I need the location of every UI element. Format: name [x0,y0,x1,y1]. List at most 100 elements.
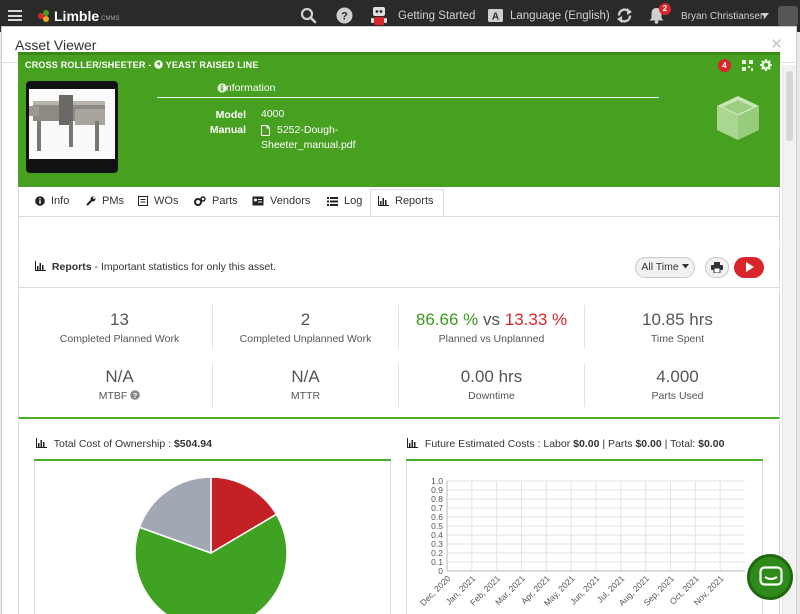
asset-location[interactable]: YEAST RAISED LINE [166,60,259,70]
bar-chart-icon [407,438,418,448]
asset-title: CROSS ROLLER/SHEETER - YEAST RAISED LINE [25,60,259,70]
future-costs-chart[interactable]: 00.10.20.30.40.50.60.70.80.91.0Dec, 2020… [407,461,762,614]
stat-label: Downtime [468,390,515,402]
model-label: Model [215,109,246,121]
stat-value: N/A [105,367,134,386]
logo[interactable]: Limble CMMS [38,8,119,24]
tab-log[interactable]: Log [327,195,362,207]
stat-label: Completed Planned Work [59,333,180,345]
y-tick-label: 0.2 [431,548,443,558]
reports-header: Reports - Important statistics for only … [18,242,780,288]
list-icon [327,197,338,206]
bar-chart-icon [36,438,47,448]
stat-value: N/A [291,367,320,386]
stat-label: Parts Used [651,390,704,402]
future-total: $0.00 [698,438,725,450]
bar-chart-icon [378,196,389,206]
time-filter-dropdown[interactable]: All Time [635,257,695,278]
stat-mtbf: N/A MTBF ? [27,367,212,402]
location-icon [154,60,163,69]
tab-wos[interactable]: WOs [138,195,178,207]
gears-icon [194,196,206,206]
language-selector[interactable]: Language (English) [510,10,610,22]
y-tick-label: 0.7 [431,503,443,513]
stat-value: 13 [110,310,129,329]
getting-started-link[interactable]: Getting Started [398,10,475,22]
stat-label: Planned vs Unplanned [438,333,545,345]
y-tick-label: 0 [438,566,443,576]
logo-text: Limble [54,8,100,24]
future-chart-box: 0 0.1 0.2 0.3 0.4 0.5 0.6 0.7 0.8 0.9 1.0 Dec, 2020… [406,461,763,614]
stat-parts-used: 4.000 Parts Used [585,367,770,402]
machine-image [29,95,105,151]
tab-vendors[interactable]: Vendors [252,195,310,207]
title-separator: - [148,60,152,70]
help-icon[interactable]: ? [336,7,353,24]
y-tick-label: 0.5 [431,521,443,531]
chat-support-button[interactable] [747,554,793,600]
asset-photo[interactable] [26,81,118,173]
info-icon [35,196,45,206]
stat-mttr: N/A MTTR [213,367,398,402]
robot-icon[interactable] [368,4,390,28]
asset-alert-badge[interactable]: 4 [718,59,731,72]
print-button[interactable] [705,257,729,278]
user-name[interactable]: Bryan Christiansen [681,11,765,22]
tab-parts[interactable]: Parts [194,195,238,207]
future-parts: $0.00 [635,438,662,450]
stat-label: MTBF [98,390,128,402]
y-tick-label: 0.9 [431,485,443,495]
information-divider [157,97,659,98]
tco-title: Total Cost of Ownership : $504.94 [36,438,212,450]
reports-heading: Reports [51,261,92,273]
vendor-card-icon [252,196,264,206]
tab-pms[interactable]: PMs [86,195,124,207]
language-icon[interactable]: A [487,7,504,24]
stat-label: Completed Unplanned Work [239,333,372,345]
search-icon[interactable] [300,7,317,24]
manual-file-link[interactable]: 5252-Dough- [277,123,338,138]
reports-title: Reports - Important statistics for only … [35,261,276,273]
vs-text: vs [483,310,500,329]
play-icon [746,262,754,272]
manual-label: Manual [209,124,246,136]
menu-icon[interactable] [8,10,22,21]
gear-icon[interactable] [760,59,772,71]
model-value: 4000 [261,108,285,120]
stat-value: 2 [300,310,311,329]
chevron-down-icon[interactable] [761,13,769,19]
manual-file-link-cont[interactable]: Sheeter_manual.pdf [261,138,356,153]
tco-amount: $504.94 [173,438,212,450]
refresh-icon[interactable] [616,7,633,24]
qr-code-icon[interactable] [742,60,753,71]
stat-value: 10.85 hrs [642,310,713,329]
y-tick-label: 0.4 [431,530,443,540]
wrench-icon [86,196,96,206]
tco-pie-chart[interactable] [35,461,390,614]
asset-cube-icon [717,96,759,140]
svg-text:A: A [492,12,499,23]
stat-label: Time Spent [650,333,705,345]
information-label: Information [223,82,276,94]
avatar[interactable] [778,6,798,26]
modal-scrollbar[interactable] [782,65,796,614]
content-border-bottom-left [18,421,19,614]
stat-time-spent: 10.85 hrs Time Spent [585,310,770,345]
asset-name[interactable]: CROSS ROLLER/SHEETER [25,60,146,70]
asset-header: CROSS ROLLER/SHEETER - YEAST RAISED LINE… [18,52,780,187]
logo-mark-icon [38,9,51,23]
help-icon[interactable]: ? [130,390,141,400]
y-tick-label: 0.6 [431,512,443,522]
asset-tabs: Info PMs WOs Parts Vendors Log Reports [18,189,780,241]
video-tutorial-button[interactable] [734,257,764,278]
y-tick-label: 1.0 [431,476,443,486]
tab-reports[interactable]: Reports [378,195,434,207]
tco-chart-box [34,461,391,614]
future-labor: $0.00 [573,438,600,450]
tab-info[interactable]: Info [35,195,69,207]
planned-percent: 86.66 % [415,310,479,329]
svg-text:?: ? [133,391,138,400]
reports-subtitle: - Important statistics for only this ass… [94,261,277,273]
y-tick-label: 0.1 [431,557,443,567]
stat-completed-unplanned: 2 Completed Unplanned Work [213,310,398,345]
